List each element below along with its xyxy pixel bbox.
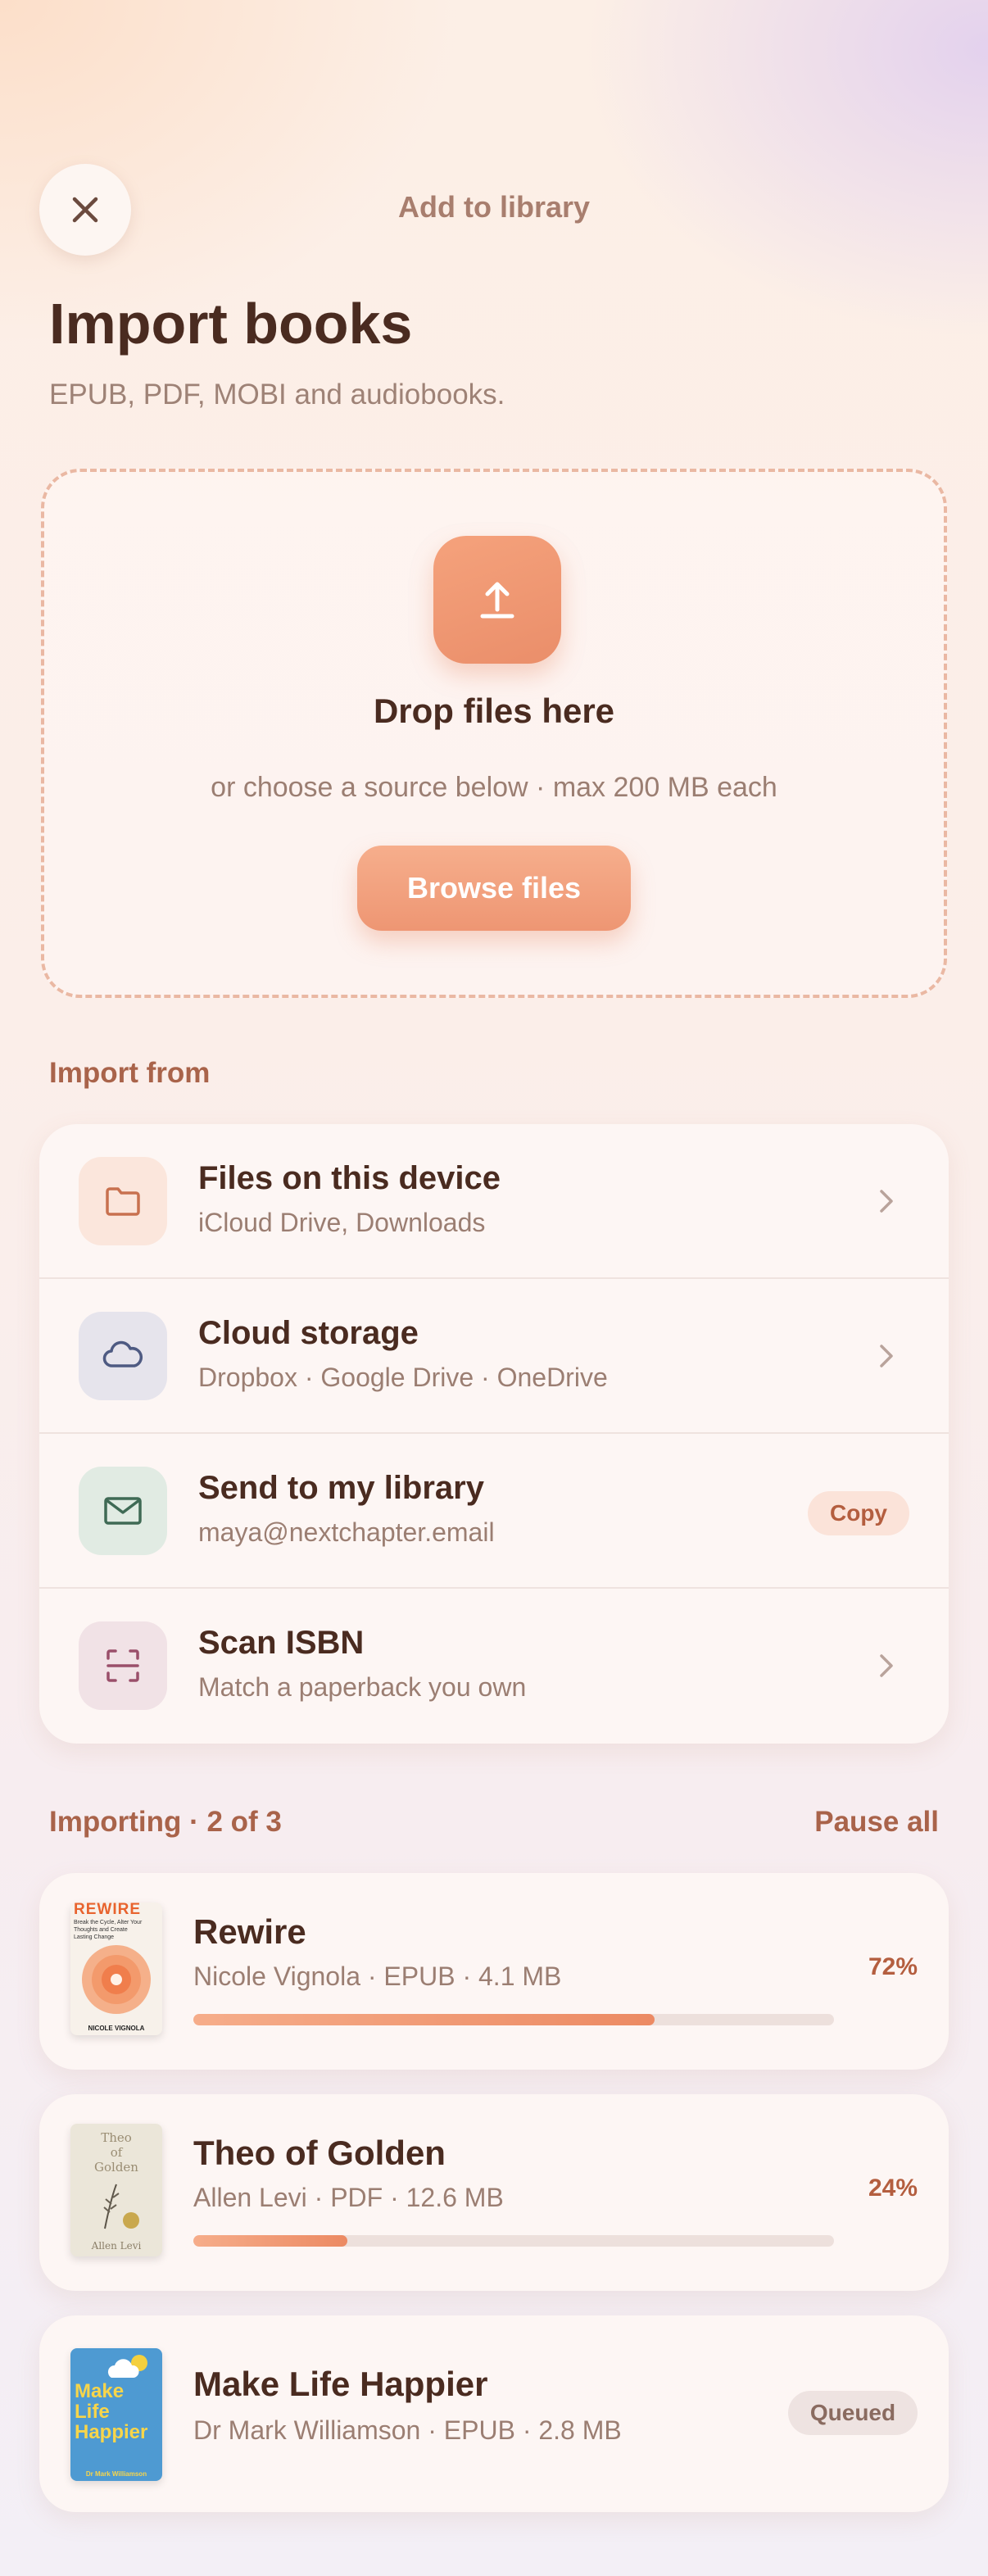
- cover-art: [103, 2184, 139, 2229]
- import-item[interactable]: Make Life Happier Dr Mark Williamson Mak…: [39, 2315, 949, 2512]
- cloud-icon: [102, 1340, 143, 1367]
- page-title: Import books: [49, 292, 413, 356]
- source-title: Files on this device: [198, 1160, 501, 1196]
- cover-title-line: Theo: [101, 2130, 132, 2145]
- book-title: Rewire: [193, 1912, 306, 1951]
- pause-all-button[interactable]: Pause all: [814, 1806, 939, 1839]
- source-title: Cloud storage: [198, 1315, 419, 1351]
- cover-title: Make Life Happier: [75, 2381, 147, 2442]
- upload-tile: [433, 536, 561, 664]
- copy-email-button[interactable]: Copy: [808, 1491, 909, 1535]
- book-title: Theo of Golden: [193, 2134, 446, 2172]
- source-send-to-library[interactable]: Send to my library maya@nextchapter.emai…: [39, 1434, 949, 1589]
- chevron-right-icon: [870, 1185, 903, 1218]
- import-from-label: Import from: [49, 1057, 211, 1089]
- source-subtitle: Match a paperback you own: [198, 1672, 527, 1702]
- header-title: Add to library: [397, 190, 591, 224]
- cover-art: [107, 2355, 147, 2378]
- scan-icon-tile: [79, 1621, 167, 1710]
- library-email-address: maya@nextchapter.email: [198, 1517, 495, 1547]
- book-cover: REWIRE Break the Cycle, Alter Your Thoug…: [70, 1903, 162, 2035]
- mail-icon: [104, 1497, 142, 1525]
- drop-subtitle: or choose a source below · max 200 MB ea…: [211, 772, 777, 803]
- cover-author: Dr Mark Williamson: [85, 2470, 147, 2478]
- source-scan-isbn[interactable]: Scan ISBN Match a paperback you own: [39, 1589, 949, 1744]
- import-item[interactable]: Theo of Golden Allen Levi Theo of Golden…: [39, 2094, 949, 2291]
- chevron-right-icon: [870, 1649, 903, 1682]
- cover-title-line: Make: [75, 2380, 125, 2402]
- folder-icon: [106, 1187, 140, 1216]
- queued-badge: Queued: [788, 2391, 918, 2435]
- book-meta: Dr Mark Williamson · EPUB · 2.8 MB: [193, 2415, 622, 2445]
- source-title: Scan ISBN: [198, 1625, 365, 1661]
- cover-title-line: Golden: [94, 2160, 138, 2175]
- import-item[interactable]: REWIRE Break the Cycle, Alter Your Thoug…: [39, 1873, 949, 2070]
- cover-title: REWIRE: [74, 1903, 141, 1918]
- source-cloud-storage[interactable]: Cloud storage Dropbox · Google Drive · O…: [39, 1279, 949, 1434]
- progress-fill: [193, 2235, 347, 2247]
- upload-icon: [480, 582, 514, 619]
- folder-icon-tile: [79, 1157, 167, 1245]
- importing-label: Importing · 2 of 3: [49, 1806, 282, 1838]
- progress-bar: [193, 2235, 834, 2247]
- cover-author: NICOLE VIGNOLA: [88, 2025, 145, 2032]
- cover-title-line: Life: [75, 2401, 110, 2423]
- book-title: Make Life Happier: [193, 2365, 488, 2403]
- page-subtitle: EPUB, PDF, MOBI and audiobooks.: [49, 379, 505, 410]
- progress-bar: [193, 2014, 834, 2025]
- cover-title: Theo of Golden: [70, 2130, 162, 2175]
- book-cover: Theo of Golden Allen Levi: [70, 2124, 162, 2256]
- drop-title: Drop files here: [373, 692, 615, 730]
- book-meta: Nicole Vignola · EPUB · 4.1 MB: [193, 1961, 562, 1991]
- drop-zone[interactable]: Drop files here or choose a source below…: [41, 469, 947, 998]
- book-cover: Make Life Happier Dr Mark Williamson: [70, 2348, 162, 2481]
- chevron-right-icon: [870, 1340, 903, 1372]
- scan-icon: [107, 1649, 139, 1682]
- cover-tagline: Break the Cycle, Alter Your Thoughts and…: [74, 1920, 143, 1940]
- cover-author: Allen Levi: [91, 2240, 142, 2252]
- sources-list: Files on this device iCloud Drive, Downl…: [39, 1124, 949, 1744]
- mail-icon-tile: [79, 1467, 167, 1555]
- cover-title-line: Happier: [75, 2421, 148, 2443]
- cloud-icon-tile: [79, 1312, 167, 1400]
- book-meta: Allen Levi · PDF · 12.6 MB: [193, 2183, 504, 2212]
- source-subtitle: iCloud Drive, Downloads: [198, 1208, 486, 1237]
- progress-percent: 72%: [868, 1953, 918, 1980]
- source-title: Send to my library: [198, 1470, 484, 1506]
- browse-files-button[interactable]: Browse files: [357, 846, 631, 931]
- progress-fill: [193, 2014, 655, 2025]
- source-files-on-device[interactable]: Files on this device iCloud Drive, Downl…: [39, 1124, 949, 1279]
- cover-title-line: of: [110, 2145, 123, 2160]
- progress-percent: 24%: [868, 2175, 918, 2202]
- source-subtitle: Dropbox · Google Drive · OneDrive: [198, 1363, 608, 1392]
- cover-art: [82, 1945, 151, 2014]
